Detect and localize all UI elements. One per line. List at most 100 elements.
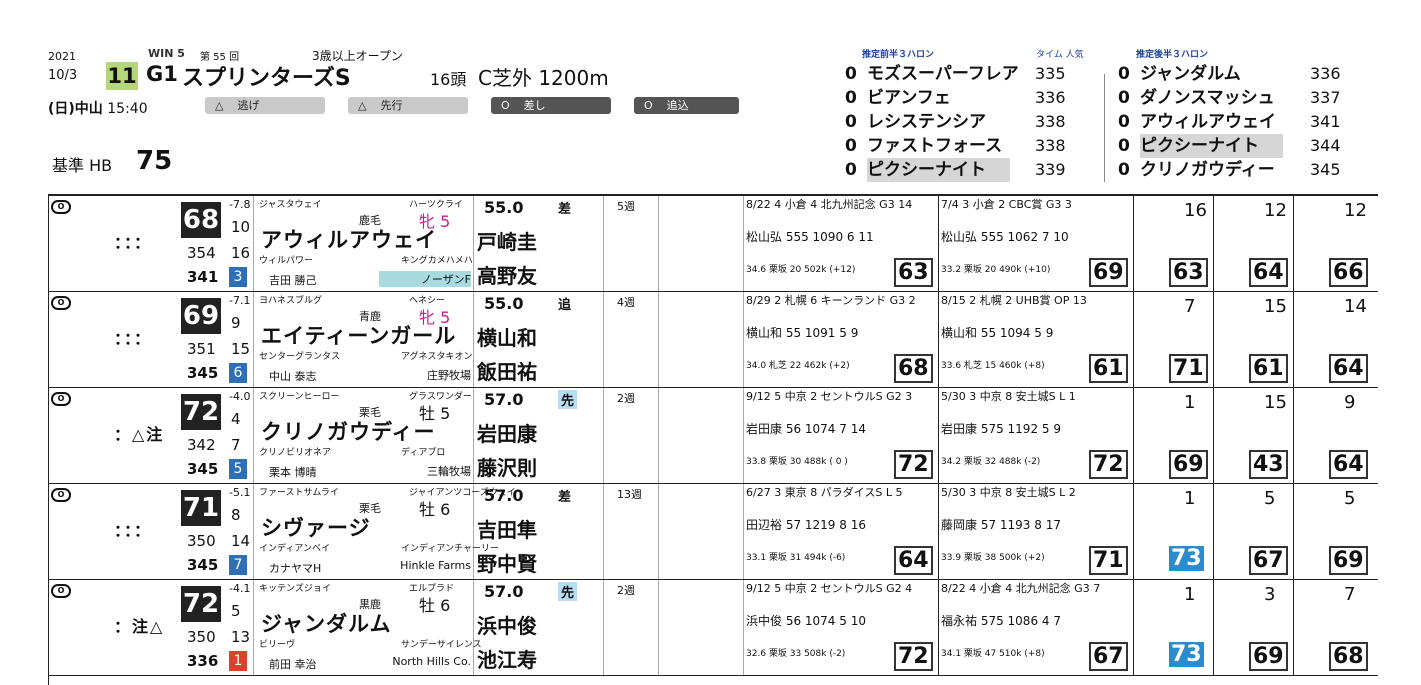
jockey: 吉田隼 [477,518,537,542]
breeder: ノーザンF [379,271,471,287]
field-size: 16頭 [430,70,467,89]
race-1-score: 64 [894,546,933,575]
hist-2-score: 64 [1249,258,1288,287]
speed-index: 69 [181,298,221,334]
style-oikomi: O 追込 [634,97,739,114]
hist-3-rank: 7 [1344,584,1356,605]
front-row: 0 ピクシーナイト 339 [845,158,1066,182]
weight: 55.0 [484,294,524,313]
front-cols: タイム 人気 [1036,50,1084,60]
rear-rank: 1 [229,651,247,671]
weight: 55.0 [484,198,524,217]
rear-time: 345 [187,364,219,382]
hist-3-rank: 5 [1344,488,1356,509]
rear-time: 341 [187,268,219,286]
style-nige: △ 逃げ [205,97,325,114]
horse-row[interactable]: O ：注△ 72 -4.1 5 350 13 336 1 キッテンズジョイ エル… [49,580,1378,676]
horse-name[interactable]: シヴァージ [261,512,371,542]
trainer: 飯田祐 [477,360,537,384]
front-time: 350 [187,532,216,550]
horse-row[interactable]: O ：：： 68 -7.8 10 354 16 341 3 ジャスタウェイ ハー… [49,196,1378,292]
idx-rank: 9 [231,314,241,332]
interval: 13週 [617,488,642,501]
dam-dam: サンデーサイレンス [401,640,482,650]
rear-rank: 7 [229,555,247,575]
sire: スクリーンヒーロー [259,392,340,402]
style-senko: △ 先行 [348,97,468,114]
front-row: 0 モズスーパーフレア 335 [845,64,1066,84]
mark-icon[interactable]: O [51,584,71,598]
sex-age: 牡 6 [419,596,451,615]
prediction-marks: ：：： [114,329,153,348]
hist-1-score: 73 [1169,642,1204,667]
hist-3-score: 66 [1329,258,1368,287]
hist-3-rank: 14 [1344,296,1367,317]
front-row: 0 ファストフォース 338 [845,136,1066,156]
hist-1-rank: 16 [1184,200,1207,221]
hist-1-rank: 7 [1184,296,1196,317]
speed-index: 72 [181,394,221,430]
run-style: 先 [558,390,578,409]
prediction-marks: ：：： [114,233,153,252]
rear-row: 0 ピクシーナイト 344 [1118,134,1341,158]
hist-2-rank: 15 [1264,296,1287,317]
dam-dam: ディアブロ [401,448,446,458]
trainer: 池江寿 [477,648,537,672]
dam: ビリーヴ [259,640,296,650]
front-rank: 14 [231,532,251,550]
horse-row[interactable]: O ：：： 71 -5.1 8 350 14 345 7 ファーストサムライ ジ… [49,484,1378,580]
mark-icon[interactable]: O [51,296,71,310]
date: 10/3 [48,68,78,83]
front-row: 0 レシステンシア 338 [845,112,1066,132]
mark-icon[interactable]: O [51,488,71,502]
grade: G1 [146,62,178,86]
horse-row[interactable]: O ：：： 69 -7.1 9 351 15 345 6 ヨハネスブルグ ヘネシ… [49,292,1378,388]
interval: 5週 [617,200,635,213]
breeder: Hinkle Farms [400,559,471,572]
sire: ジャスタウェイ [259,200,322,210]
mark-icon[interactable]: O [51,392,71,406]
hist-2-rank: 5 [1264,488,1276,509]
dam: インディアンベイ [259,544,331,554]
hist-1-score: 69 [1169,450,1208,479]
course: C芝外 1200m [478,66,609,90]
mark-icon[interactable]: O [51,200,71,214]
trainer: 藤沢則 [477,456,537,480]
horse-row[interactable]: O ：△注 72 -4.0 4 342 7 345 5 スクリーンヒーロー グラ… [49,388,1378,484]
idx-rank: 10 [231,218,251,236]
race-2-score: 72 [1089,450,1128,479]
dam-dam: アグネスタキオン [401,352,473,362]
dam: ウィルパワー [259,256,314,266]
owner: 前田 幸治 [269,658,317,671]
rear-time: 336 [187,652,219,670]
breeder: North Hills Co. [392,655,471,668]
hist-3-score: 64 [1329,354,1368,383]
hist-3-rank: 9 [1344,392,1356,413]
hist-2-score: 61 [1249,354,1288,383]
race-name: スプリンターズS [182,66,351,91]
front-rank: 16 [231,244,251,262]
base-value: 75 [136,146,173,176]
horse-name[interactable]: ジャンダルム [261,608,392,638]
horse-name[interactable]: クリノガウディー [261,416,436,446]
horse-name[interactable]: アウィルアウェイ [261,224,437,254]
horse-name[interactable]: エイティーンガール [261,320,456,350]
prediction-marks: ：注△ [114,617,165,636]
rear-row: 0 クリノガウディー 345 [1118,160,1341,180]
win5-label: WIN 5 [148,47,185,60]
race-2-score: 61 [1089,354,1128,383]
jockey: 横山和 [477,326,537,350]
speed-index: 71 [181,490,221,526]
rear-time: 345 [187,460,219,478]
hist-1-rank: 1 [1184,392,1196,413]
sire: ファーストサムライ [259,488,339,498]
hist-2-rank: 3 [1264,584,1276,605]
divider [1104,74,1105,182]
run-style: 先 [558,582,578,601]
horse-table: O ：：： 68 -7.8 10 354 16 341 3 ジャスタウェイ ハー… [48,194,1378,685]
idx-diff: -4.0 [229,390,251,403]
idx-rank: 4 [231,410,241,428]
hist-2-rank: 15 [1264,392,1287,413]
rear-row: 0 ダノンスマッシュ 337 [1118,88,1341,108]
rear-time: 345 [187,556,219,574]
